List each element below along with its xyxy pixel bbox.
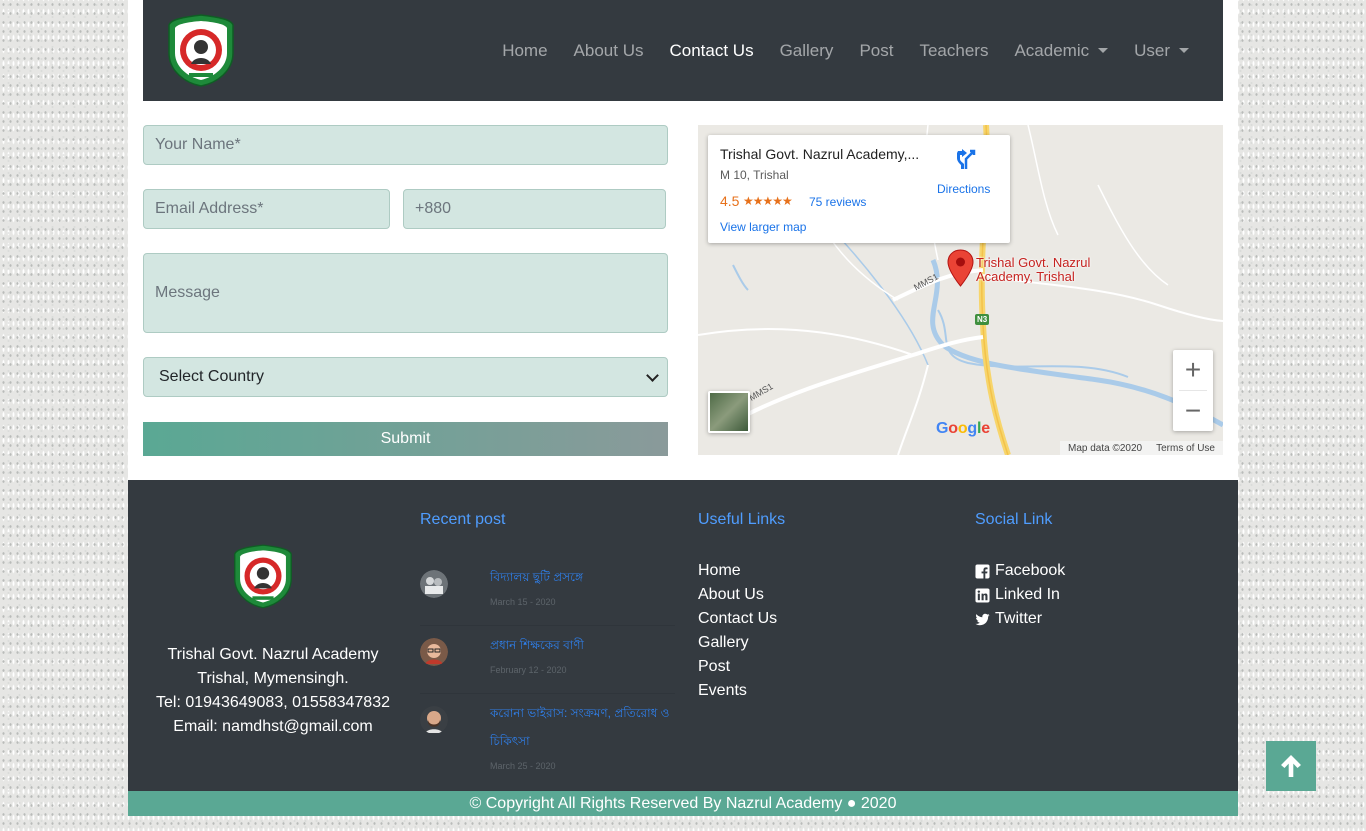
phone-input[interactable]: +880 [403,189,666,229]
caret-down-icon [1179,47,1189,53]
post-date: February 12 - 2020 [490,665,567,675]
footer-link-contact[interactable]: Contact Us [698,607,777,631]
nav-academic-dropdown[interactable]: Academic [1014,40,1109,61]
post-date: March 15 - 2020 [490,597,556,607]
name-input[interactable]: Your Name* [143,125,668,165]
page-container: Home About Us Contact Us Gallery Post Te… [128,0,1238,831]
footer-link-post[interactable]: Post [698,655,777,679]
post-thumbnail [420,570,448,598]
arrow-up-icon [1281,755,1301,777]
marker-label: Trishal Govt. Nazrul Academy, Trishal [976,256,1090,284]
post-title[interactable]: প্রধান শিক্ষকের বাণী [490,631,675,659]
marker-label-line: Trishal Govt. Nazrul [976,255,1091,270]
map-attribution-bar: Map data ©2020 Terms of Use [1060,441,1223,455]
school-logo[interactable] [167,13,235,87]
directions-icon[interactable] [952,147,976,171]
social-link-heading: Social Link [975,511,1053,528]
recent-post-item[interactable]: করোনা ভাইরাস: সংক্রমণ, প্রতিরোধ ও চিকিৎস… [420,702,675,778]
post-date: March 25 - 2020 [490,761,556,771]
nav-user-label: User [1134,40,1170,60]
satellite-toggle[interactable] [708,391,750,433]
place-name: Trishal Govt. Nazrul Academy,... [720,146,920,162]
social-link-linkedin[interactable]: Linked In [975,583,1065,607]
useful-links-list: Home About Us Contact Us Gallery Post Ev… [698,559,777,703]
post-thumbnail [420,706,448,734]
caret-down-icon [1098,47,1109,53]
footer-address: Trishal Govt. Nazrul Academy Trishal, My… [148,643,398,739]
terms-link[interactable]: Terms of Use [1156,443,1215,454]
place-rating: 4.5 [720,193,740,209]
directions-link[interactable]: Directions [937,182,990,196]
nav-gallery[interactable]: Gallery [780,41,834,61]
google-logo: Google [936,420,990,437]
country-select-value: Select Country [159,368,264,385]
nav-user-dropdown[interactable]: User [1134,41,1189,61]
footer-logo [233,542,293,610]
post-title[interactable]: বিদ্যালয় ছুটি প্রসঙ্গে [490,563,675,591]
address-line: Trishal Govt. Nazrul Academy [167,646,379,663]
post-title[interactable]: করোনা ভাইরাস: সংক্রমণ, প্রতিরোধ ও চিকিৎস… [490,699,675,755]
country-select[interactable]: Select Country [143,357,668,397]
reviews-link[interactable]: 75 reviews [809,195,866,209]
nav-menu: Home About Us Contact Us Gallery Post Te… [476,0,1189,101]
footer-link-events[interactable]: Events [698,679,777,703]
zoom-in-button[interactable]: + [1173,350,1213,390]
copyright-bar: © Copyright All Rights Reserved By Nazru… [128,791,1238,816]
nav-teachers[interactable]: Teachers [919,41,988,61]
nav-post[interactable]: Post [859,41,893,61]
twitter-icon [975,613,990,625]
map-marker-icon[interactable] [947,249,974,287]
footer-link-gallery[interactable]: Gallery [698,631,777,655]
useful-links-heading: Useful Links [698,511,786,528]
nav-contact[interactable]: Contact Us [669,41,753,61]
back-to-top-button[interactable] [1266,741,1316,791]
email-input[interactable]: Email Address* [143,189,390,229]
marker-label-line: Academy, Trishal [976,269,1075,284]
linkedin-icon [975,587,990,603]
highway-shield: N3 [975,314,990,325]
address-line: Email: namdhst@gmail.com [173,718,373,735]
view-larger-map-link[interactable]: View larger map [720,220,806,234]
social-link-label: Facebook [995,562,1066,579]
footer-link-home[interactable]: Home [698,559,777,583]
navbar: Home About Us Contact Us Gallery Post Te… [143,0,1223,101]
chevron-down-icon [646,369,659,382]
rating-stars-icon: ★★★★★ [743,194,793,208]
recent-post-heading: Recent post [420,511,506,528]
social-link-label: Twitter [995,610,1043,627]
footer: Trishal Govt. Nazrul Academy Trishal, My… [128,480,1238,791]
facebook-icon [975,563,990,579]
nav-academic-label: Academic [1014,40,1090,60]
social-link-facebook[interactable]: Facebook [975,559,1065,583]
address-line: Tel: 01943649083, 01558347832 [156,694,390,711]
zoom-controls: + − [1173,350,1213,431]
google-map[interactable]: MMS1 MMS1 N3 Trishal Govt. Nazrul Academ… [698,125,1223,455]
map-attribution: Map data ©2020 [1068,442,1143,454]
nav-about[interactable]: About Us [574,41,644,61]
place-info-card: Trishal Govt. Nazrul Academy,... M 10, T… [708,135,1010,243]
nav-home[interactable]: Home [502,41,547,61]
social-links-list: Facebook Linked In Twitter [975,559,1065,631]
recent-post-item[interactable]: বিদ্যালয় ছুটি প্রসঙ্গে March 15 - 2020 [420,566,675,626]
place-address: M 10, Trishal [720,168,789,182]
post-thumbnail [420,638,448,666]
address-line: Trishal, Mymensingh. [197,670,349,687]
recent-post-item[interactable]: প্রধান শিক্ষকের বাণী February 12 - 2020 [420,634,675,694]
zoom-out-button[interactable]: − [1173,391,1213,431]
social-link-twitter[interactable]: Twitter [975,607,1065,631]
footer-link-about[interactable]: About Us [698,583,777,607]
message-textarea[interactable]: Message [143,253,668,333]
submit-button[interactable]: Submit [143,422,668,456]
social-link-label: Linked In [995,586,1060,603]
